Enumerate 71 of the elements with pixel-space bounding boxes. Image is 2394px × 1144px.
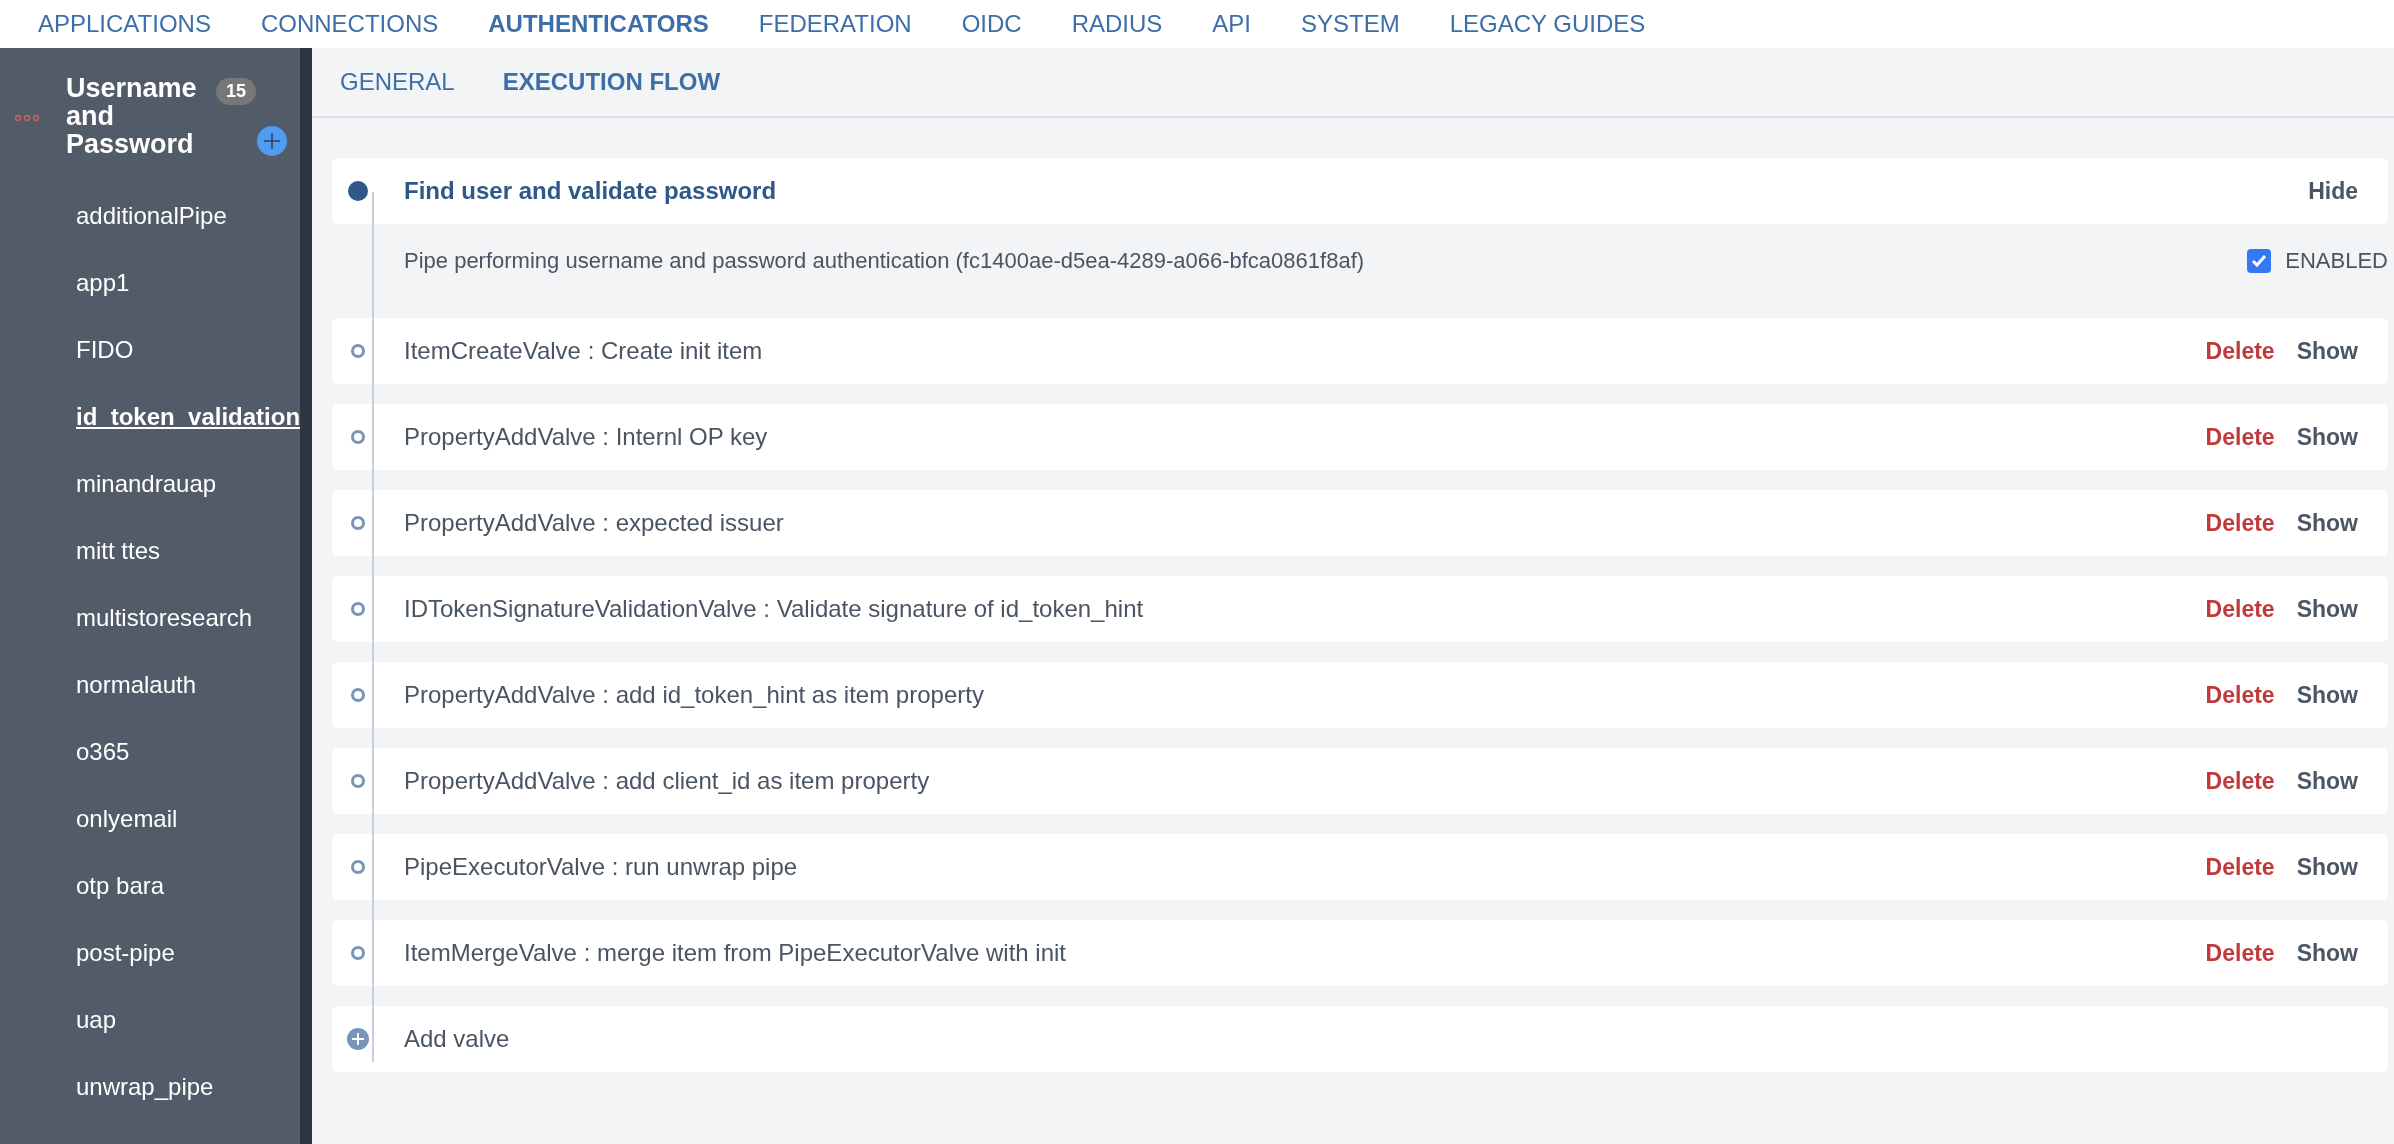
nav-tab[interactable]: APPLICATIONS xyxy=(38,10,211,38)
sidebar-title: Username and Password xyxy=(66,74,198,158)
add-valve-label: Add valve xyxy=(404,1025,511,1053)
step-ring-icon xyxy=(351,774,365,788)
nav-tab[interactable]: FEDERATION xyxy=(758,10,912,38)
delete-link[interactable]: Delete xyxy=(2205,595,2275,623)
show-link[interactable]: Show xyxy=(2296,681,2358,709)
nav-tab[interactable]: CONNECTIONS xyxy=(260,10,439,38)
add-icon xyxy=(347,1028,369,1050)
sidebar-item[interactable]: additionalPipe xyxy=(0,182,300,249)
valve-label: PropertyAddValve : add client_id as item property xyxy=(404,767,931,795)
step-ring-icon xyxy=(351,946,365,960)
valve-label: PropertyAddValve : add id_token_hint as item property xyxy=(404,681,985,709)
enabled-checkbox[interactable] xyxy=(2247,249,2272,273)
enabled-label: ENABLED xyxy=(2285,248,2388,274)
sub-tab[interactable]: GENERAL xyxy=(340,68,455,96)
nav-tab[interactable]: LEGACY GUIDES xyxy=(1449,10,1646,38)
nav-tab[interactable]: SYSTEM xyxy=(1301,10,1400,38)
sidebar-item[interactable]: FIDO xyxy=(0,316,300,383)
nav-tab[interactable]: RADIUS xyxy=(1071,10,1163,38)
sub-tab[interactable]: EXECUTION FLOW xyxy=(502,68,721,96)
sidebar-item[interactable]: onlyemail xyxy=(0,785,300,852)
sidebar-item[interactable]: multistoresearch xyxy=(0,584,300,651)
sidebar-item[interactable]: o365 xyxy=(0,718,300,785)
delete-link[interactable]: Delete xyxy=(2205,853,2275,881)
sidebar-item[interactable]: uap xyxy=(0,986,300,1053)
delete-link[interactable]: Delete xyxy=(2205,423,2275,451)
sidebar-item[interactable]: minandrauap xyxy=(0,450,300,517)
sidebar-item[interactable]: normalauth xyxy=(0,651,300,718)
sidebar-item[interactable]: mitt ttes xyxy=(0,517,300,584)
step-ring-icon xyxy=(351,688,365,702)
show-link[interactable]: Show xyxy=(2296,509,2358,537)
delete-link[interactable]: Delete xyxy=(2205,509,2275,537)
check-icon xyxy=(2251,254,2268,268)
delete-link[interactable]: Delete xyxy=(2205,939,2275,967)
valve-label: IDTokenSignatureValidationValve : Validate signature of id_token_hint xyxy=(404,595,1145,623)
hide-link[interactable]: Hide xyxy=(2308,177,2358,205)
valve-label: PipeExecutorValve : run unwrap pipe xyxy=(404,853,799,881)
pipe-description: Pipe performing username and password authentication (fc1400ae-d5ea-4289-a066-bfca0861f8af) xyxy=(404,248,1366,274)
sidebar-item[interactable]: id_token_validation xyxy=(0,383,300,450)
sidebar-item[interactable]: unwrap_pipe xyxy=(0,1053,300,1120)
show-link[interactable]: Show xyxy=(2296,337,2358,365)
pipe-title: Find user and validate password xyxy=(404,177,778,205)
add-icon[interactable] xyxy=(257,126,287,156)
nav-tab[interactable]: OIDC xyxy=(961,10,1022,38)
sidebar-item[interactable]: app1 xyxy=(0,249,300,316)
delete-link[interactable]: Delete xyxy=(2205,337,2275,365)
sidebar-item[interactable]: otp bara xyxy=(0,852,300,919)
valve-label: ItemMergeValve : merge item from PipeExecutorValve with init xyxy=(404,939,1068,967)
delete-link[interactable]: Delete xyxy=(2205,767,2275,795)
step-ring-icon xyxy=(351,516,365,530)
show-link[interactable]: Show xyxy=(2296,595,2358,623)
step-dot-icon xyxy=(348,181,368,201)
step-ring-icon xyxy=(351,344,365,358)
nav-tab[interactable]: API xyxy=(1212,10,1251,38)
step-ring-icon xyxy=(351,602,365,616)
step-ring-icon xyxy=(351,430,365,444)
count-badge: 15 xyxy=(216,78,257,105)
valve-label: PropertyAddValve : Internl OP key xyxy=(404,423,769,451)
delete-link[interactable]: Delete xyxy=(2205,681,2275,709)
nav-tab[interactable]: AUTHENTICATORS xyxy=(488,10,709,38)
valve-label: ItemCreateValve : Create init item xyxy=(404,337,764,365)
add-valve-card[interactable]: Add valve xyxy=(332,1006,2388,1072)
sidebar-item[interactable]: post-pipe xyxy=(0,919,300,986)
show-link[interactable]: Show xyxy=(2296,939,2358,967)
valve-label: PropertyAddValve : expected issuer xyxy=(404,509,785,537)
show-link[interactable]: Show xyxy=(2296,423,2358,451)
step-ring-icon xyxy=(351,860,365,874)
show-link[interactable]: Show xyxy=(2296,767,2358,795)
show-link[interactable]: Show xyxy=(2296,853,2358,881)
more-icon[interactable] xyxy=(14,114,40,122)
